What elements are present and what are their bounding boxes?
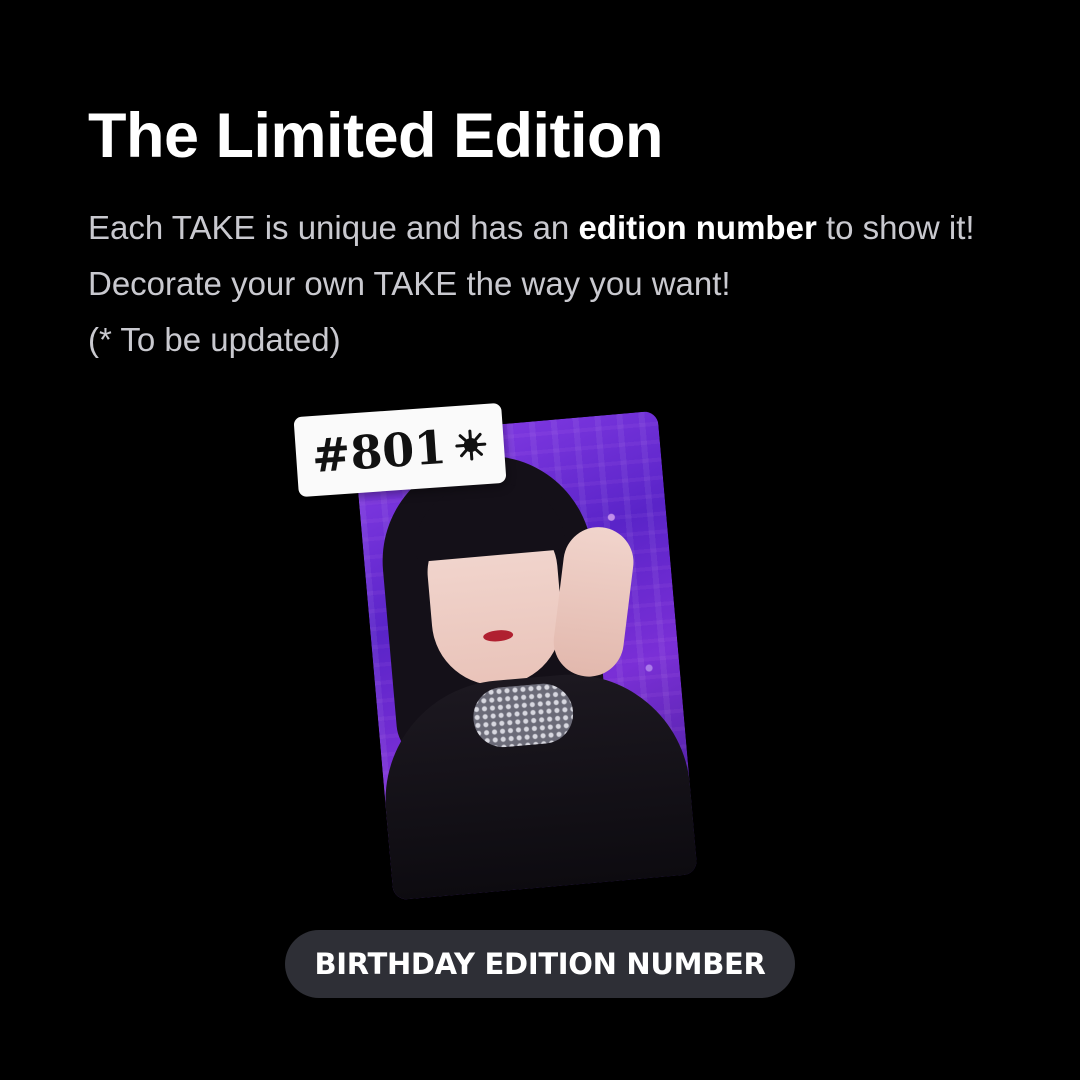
description-emphasis: edition number [578,209,817,246]
birthday-edition-label: BIRTHDAY EDITION NUMBER [285,930,795,998]
sparkle-star-icon [453,427,489,463]
page-title: The Limited Edition [88,101,663,171]
description: Each TAKE is unique and has an edition n… [88,200,988,368]
edition-number-badge: #801 [293,402,507,498]
description-note: (* To be updated) [88,321,341,358]
edition-number: #801 [310,419,449,484]
description-text-1: Each TAKE is unique and has an [88,209,579,246]
